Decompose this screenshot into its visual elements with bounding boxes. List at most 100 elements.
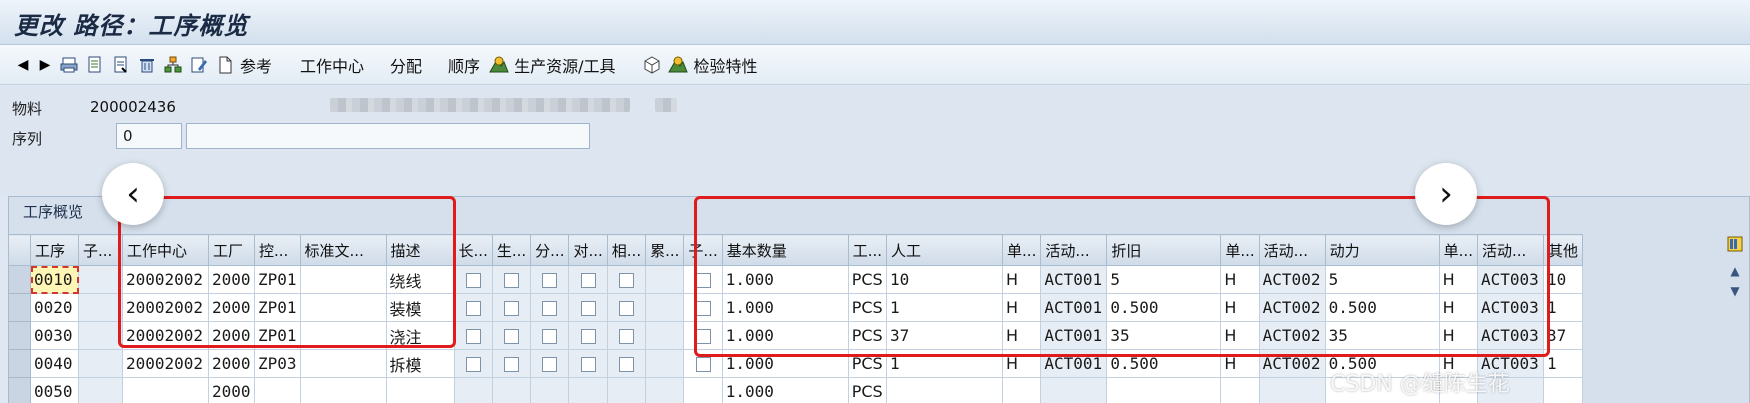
- column-header[interactable]: 基本数量: [721, 234, 849, 266]
- cell-std_text[interactable]: [299, 265, 387, 294]
- cell-a2[interactable]: ACT002: [1258, 265, 1326, 294]
- cell-op[interactable]: 0030: [30, 321, 79, 350]
- cell-plant[interactable]: 2000: [208, 265, 255, 294]
- checkbox-cell[interactable]: [606, 349, 647, 378]
- checkbox-cell[interactable]: [683, 321, 723, 350]
- column-header[interactable]: 人工: [886, 234, 1004, 266]
- cell-depr[interactable]: 0.500: [1106, 293, 1222, 322]
- checkbox-cell[interactable]: [491, 349, 532, 378]
- checkbox[interactable]: [580, 301, 596, 316]
- checkbox-cell[interactable]: [530, 293, 570, 322]
- checkbox[interactable]: [695, 357, 711, 372]
- column-header[interactable]: 长...: [453, 234, 493, 266]
- checkbox[interactable]: [580, 357, 596, 372]
- checkbox[interactable]: [542, 273, 558, 288]
- scroll-down-icon[interactable]: ▼: [1726, 282, 1744, 300]
- work-center-button[interactable]: 工作中心: [300, 53, 364, 77]
- cell-depr[interactable]: 0.500: [1106, 349, 1222, 378]
- cell-a3[interactable]: ACT003: [1476, 293, 1544, 322]
- cell-du[interactable]: H: [1220, 321, 1260, 350]
- checkbox[interactable]: [618, 357, 634, 372]
- cell-sub[interactable]: [78, 349, 123, 378]
- cell-other[interactable]: [1542, 377, 1583, 403]
- cell-cum[interactable]: [645, 321, 685, 350]
- checkbox-cell[interactable]: [606, 377, 647, 403]
- sequence-button[interactable]: 顺序: [448, 53, 480, 77]
- cell-unit[interactable]: PCS: [847, 265, 888, 294]
- scroll-up-icon[interactable]: ▲: [1726, 262, 1744, 280]
- cell-desc[interactable]: 装模: [385, 293, 455, 322]
- checkbox-cell[interactable]: [453, 293, 493, 322]
- cell-labor[interactable]: 37: [886, 321, 1004, 350]
- cell-labor[interactable]: [886, 377, 1004, 403]
- checkbox-cell[interactable]: [683, 293, 723, 322]
- checkbox[interactable]: [618, 329, 634, 344]
- print-icon[interactable]: [58, 54, 80, 76]
- checkbox[interactable]: [465, 357, 481, 372]
- column-header[interactable]: 单...: [1438, 234, 1478, 266]
- chevron-right-icon[interactable]: ›: [1415, 163, 1477, 225]
- checkbox-cell[interactable]: [568, 265, 608, 294]
- cell-qty[interactable]: 1.000: [721, 321, 849, 350]
- cell-power[interactable]: 5: [1324, 265, 1440, 294]
- cell-std_text[interactable]: [299, 321, 387, 350]
- checkbox-cell[interactable]: [606, 293, 647, 322]
- checkbox-cell[interactable]: [453, 349, 493, 378]
- sequence-description-field[interactable]: [186, 123, 590, 149]
- cell-qty[interactable]: 1.000: [721, 265, 849, 294]
- cell-lu[interactable]: H: [1002, 265, 1042, 294]
- assign-button[interactable]: 分配: [390, 53, 422, 77]
- checkbox[interactable]: [542, 301, 558, 316]
- column-header[interactable]: 工厂: [208, 234, 255, 266]
- cell-wc[interactable]: [122, 377, 209, 403]
- cell-ctrl[interactable]: ZP01: [254, 321, 301, 350]
- cell-a1[interactable]: [1040, 377, 1108, 403]
- checkbox-cell[interactable]: [683, 377, 723, 403]
- cell-a1[interactable]: ACT001: [1040, 321, 1108, 350]
- column-header[interactable]: 子...: [78, 234, 123, 266]
- cell-op[interactable]: 0010: [30, 265, 79, 294]
- cell-wc[interactable]: 20002002: [122, 321, 209, 350]
- cell-a2[interactable]: ACT002: [1258, 349, 1326, 378]
- cell-du[interactable]: H: [1220, 349, 1260, 378]
- column-header[interactable]: 工序: [30, 234, 79, 266]
- cell-ctrl[interactable]: ZP01: [254, 293, 301, 322]
- document-list-icon[interactable]: [84, 54, 106, 76]
- checkbox[interactable]: [504, 357, 519, 372]
- cell-a1[interactable]: ACT001: [1040, 293, 1108, 322]
- cell-labor[interactable]: 10: [886, 265, 1004, 294]
- cell-sub[interactable]: [78, 377, 123, 403]
- cell-a2[interactable]: ACT002: [1258, 321, 1326, 350]
- cell-cum[interactable]: [645, 265, 685, 294]
- column-header[interactable]: 单...: [1220, 234, 1260, 266]
- back-triangle-icon[interactable]: ◀: [14, 54, 32, 76]
- checkbox-cell[interactable]: [568, 293, 608, 322]
- cell-op[interactable]: 0050: [30, 377, 79, 403]
- column-header[interactable]: 单...: [1002, 234, 1042, 266]
- checkbox-cell[interactable]: [530, 377, 570, 403]
- cell-wc[interactable]: 20002002: [122, 349, 209, 378]
- cell-depr[interactable]: [1106, 377, 1222, 403]
- cell-op[interactable]: 0040: [30, 349, 79, 378]
- cell-a1[interactable]: ACT001: [1040, 265, 1108, 294]
- cell-depr[interactable]: 5: [1106, 265, 1222, 294]
- checkbox[interactable]: [695, 329, 711, 344]
- cell-desc[interactable]: 拆模: [385, 349, 455, 378]
- column-header[interactable]: 折旧: [1106, 234, 1222, 266]
- column-header[interactable]: 工作中心: [122, 234, 209, 266]
- cell-a1[interactable]: ACT001: [1040, 349, 1108, 378]
- hierarchy-icon[interactable]: [162, 54, 184, 76]
- column-header[interactable]: 生...: [491, 234, 532, 266]
- column-header[interactable]: 活动...: [1040, 234, 1108, 266]
- cell-du[interactable]: [1220, 377, 1260, 403]
- column-header[interactable]: 对...: [568, 234, 608, 266]
- cell-other[interactable]: 1: [1542, 293, 1583, 322]
- inspection-button[interactable]: 检验特性: [693, 53, 757, 77]
- checkbox[interactable]: [465, 329, 481, 344]
- cell-plant[interactable]: 2000: [208, 293, 255, 322]
- checkbox-cell[interactable]: [568, 321, 608, 350]
- cell-cum[interactable]: [645, 349, 685, 378]
- cell-labor[interactable]: 1: [886, 293, 1004, 322]
- row-selector[interactable]: [8, 377, 31, 403]
- cell-qty[interactable]: 1.000: [721, 377, 849, 403]
